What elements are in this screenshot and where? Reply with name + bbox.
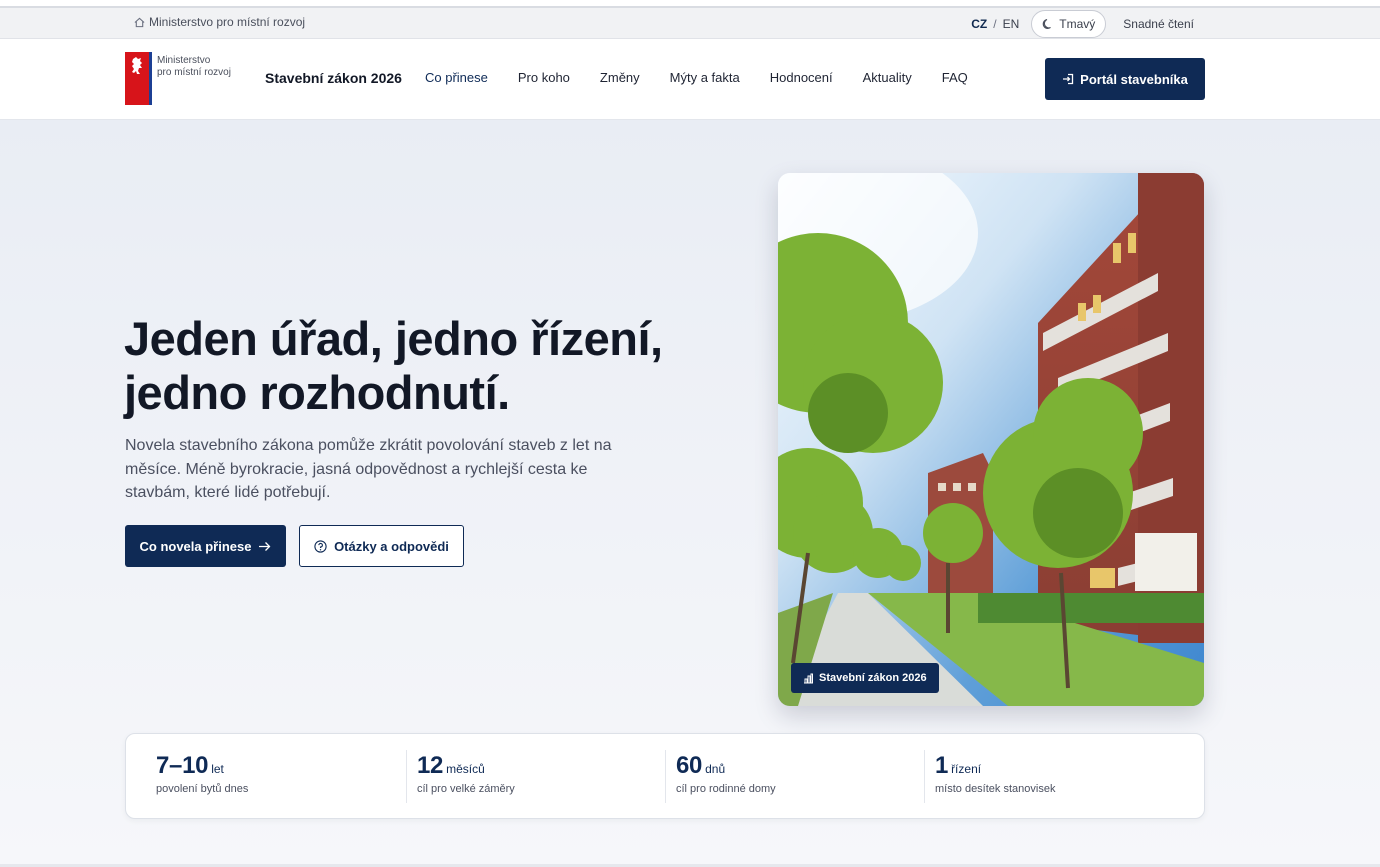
lion-emblem-icon bbox=[132, 57, 142, 74]
portal-button[interactable]: Portál stavebníka bbox=[1045, 58, 1205, 100]
stat-divider bbox=[406, 750, 407, 803]
logo-emblem bbox=[125, 52, 152, 105]
hero-photo: Stavební zákon 2026 bbox=[778, 173, 1204, 706]
faq-button[interactable]: Otázky a odpovědi bbox=[299, 525, 464, 567]
nav-item-myty-a-fakta[interactable]: Mýty a fakta bbox=[670, 70, 740, 85]
moon-icon bbox=[1042, 18, 1052, 29]
building-icon bbox=[804, 673, 813, 683]
building-photo-illustration bbox=[778, 173, 1204, 706]
logo-line-2: pro místní rozvoj bbox=[157, 67, 231, 78]
logo-text: Ministerstvo pro místní rozvoj bbox=[157, 55, 231, 79]
stat-description: povolení bytů dnes bbox=[156, 783, 249, 795]
site-header: Ministerstvo pro místní rozvoj Stavební … bbox=[0, 39, 1380, 120]
nav-item-faq[interactable]: FAQ bbox=[942, 70, 968, 85]
stat-value: 1 bbox=[935, 752, 949, 779]
question-circle-icon bbox=[314, 539, 327, 553]
nav-item-co-prinese[interactable]: Co přinese bbox=[425, 70, 488, 85]
faq-button-label: Otázky a odpovědi bbox=[334, 538, 449, 554]
dark-mode-label: Tmavý bbox=[1059, 16, 1096, 31]
stat-unit: dnů bbox=[705, 762, 726, 776]
language-switch: CZ / EN bbox=[971, 17, 1019, 31]
hero-title-line-2: jedno rozhodnutí. bbox=[124, 366, 510, 419]
stat-unit: let bbox=[211, 762, 224, 776]
lang-cz[interactable]: CZ bbox=[971, 17, 987, 31]
main-nav: Co přinese Pro koho Změny Mýty a fakta H… bbox=[425, 70, 998, 85]
logo-line-1: Ministerstvo bbox=[157, 55, 211, 66]
hero-lead: Novela stavebního zákona pomůže zkrátit … bbox=[125, 437, 612, 501]
ministry-logo[interactable]: Ministerstvo pro místní rozvoj bbox=[125, 52, 231, 105]
top-border bbox=[0, 0, 1380, 8]
nav-item-zmeny[interactable]: Změny bbox=[600, 70, 640, 85]
site-title[interactable]: Stavební zákon 2026 bbox=[265, 70, 402, 86]
stat-description: cíl pro velké záměry bbox=[417, 783, 515, 795]
easy-reading-link[interactable]: Snadné čtení bbox=[1123, 17, 1194, 31]
login-icon bbox=[1063, 73, 1074, 85]
stat-divider bbox=[924, 750, 925, 803]
ministry-link[interactable]: Ministerstvo pro místní rozvoj bbox=[134, 15, 305, 29]
nav-item-pro-koho[interactable]: Pro koho bbox=[518, 70, 570, 85]
stat-unit: měsíců bbox=[446, 762, 485, 776]
portal-button-label: Portál stavebníka bbox=[1080, 71, 1188, 87]
photo-badge-label: Stavební zákon 2026 bbox=[819, 672, 927, 684]
ministry-link-label: Ministerstvo pro místní rozvoj bbox=[149, 15, 306, 29]
stat-divider bbox=[665, 750, 666, 803]
stat-value: 7–10 bbox=[156, 752, 209, 779]
lang-en[interactable]: EN bbox=[1003, 17, 1020, 31]
stat-value: 60 bbox=[676, 752, 703, 779]
lang-separator: / bbox=[993, 16, 997, 31]
dark-mode-toggle[interactable]: Tmavý bbox=[1031, 9, 1107, 38]
stats-panel: 7–10 let povolení bytů dnes 12 měsíců cíl … bbox=[125, 733, 1205, 819]
what-it-brings-button[interactable]: Co novela přinese bbox=[125, 525, 286, 567]
stat-description: místo desítek stanovisek bbox=[935, 783, 1056, 795]
hero-title: Jeden úřad, jedno řízení, jedno rozhodnu… bbox=[124, 312, 663, 420]
what-it-brings-label: Co novela přinese bbox=[139, 538, 252, 554]
stat-unit: řízení bbox=[951, 762, 982, 776]
nav-item-hodnoceni[interactable]: Hodnocení bbox=[770, 70, 833, 85]
photo-badge: Stavební zákon 2026 bbox=[791, 663, 939, 693]
arrow-right-icon bbox=[259, 541, 271, 551]
home-icon bbox=[134, 17, 145, 27]
hero-title-line-1: Jeden úřad, jedno řízení, bbox=[124, 312, 663, 365]
nav-item-aktuality[interactable]: Aktuality bbox=[863, 70, 912, 85]
stat-value: 12 bbox=[417, 752, 444, 779]
stat-description: cíl pro rodinné domy bbox=[676, 783, 776, 795]
utility-bar: Ministerstvo pro místní rozvoj CZ / EN T… bbox=[0, 8, 1380, 39]
